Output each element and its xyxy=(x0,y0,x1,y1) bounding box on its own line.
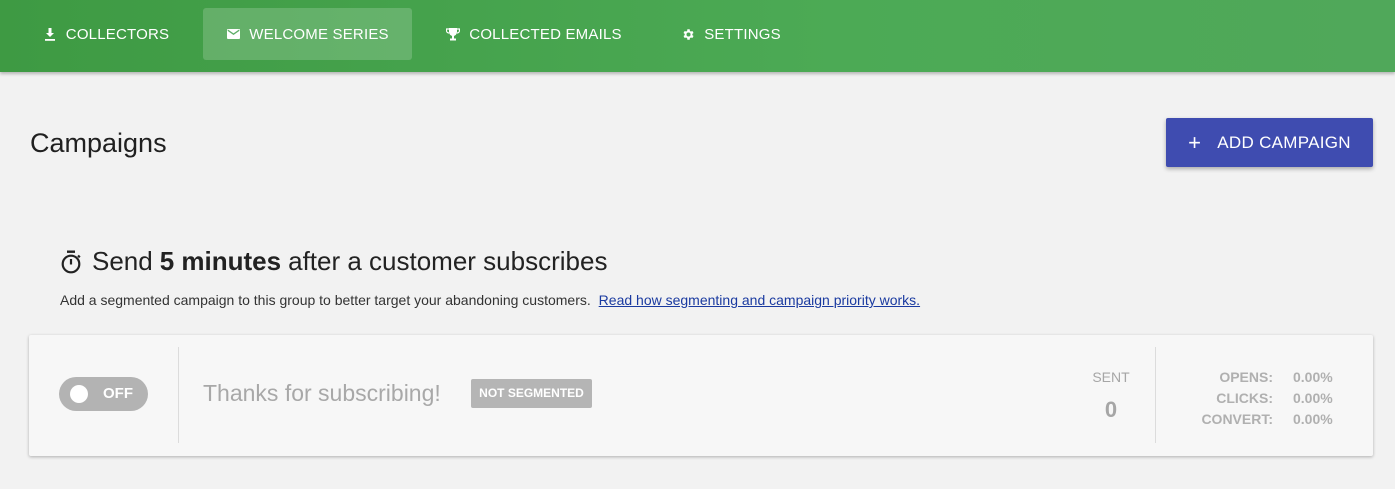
gear-icon xyxy=(681,27,695,41)
campaign-card: OFF Thanks for subscribing! NOT SEGMENTE… xyxy=(29,335,1373,456)
segmenting-help-link[interactable]: Read how segmenting and campaign priorit… xyxy=(599,292,920,308)
stat-opens: OPENS: 0.00% xyxy=(1169,366,1333,387)
toggle-label: OFF xyxy=(103,385,133,402)
sent-count: 0 xyxy=(1104,397,1118,422)
stopwatch-icon xyxy=(60,250,84,276)
divider xyxy=(178,347,179,443)
group-heading: Send 5 minutes after a customer subscrib… xyxy=(60,246,607,277)
stat-convert: CONVERT: 0.00% xyxy=(1169,408,1333,429)
stat-value: 0.00% xyxy=(1293,410,1333,427)
stat-value: 0.00% xyxy=(1293,368,1333,385)
group-note-text: Add a segmented campaign to this group t… xyxy=(60,292,591,308)
plus-icon: + xyxy=(1188,129,1202,155)
campaign-status-toggle[interactable]: OFF xyxy=(59,377,148,411)
tab-label: SETTINGS xyxy=(704,25,781,43)
tab-label: COLLECTED EMAILS xyxy=(469,25,622,43)
tab-collected-emails[interactable]: COLLECTED EMAILS xyxy=(430,8,638,60)
campaign-stats: OPENS: 0.00% CLICKS: 0.00% CONVERT: 0.00… xyxy=(1169,366,1333,429)
group-heading-suffix: after a customer subscribes xyxy=(288,246,608,276)
top-nav-bar: COLLECTORS WELCOME SERIES COLLECTED EMAI… xyxy=(0,0,1395,72)
group-note: Add a segmented campaign to this group t… xyxy=(60,292,920,308)
tab-label: WELCOME SERIES xyxy=(249,25,389,43)
add-campaign-button[interactable]: + ADD CAMPAIGN xyxy=(1166,118,1373,167)
tab-welcome-series[interactable]: WELCOME SERIES xyxy=(203,8,412,60)
download-icon xyxy=(43,27,57,41)
stat-label: OPENS: xyxy=(1219,368,1273,385)
campaign-name[interactable]: Thanks for subscribing! xyxy=(203,380,441,407)
add-campaign-label: ADD CAMPAIGN xyxy=(1217,132,1351,152)
trophy-icon xyxy=(446,27,461,41)
stat-label: CLICKS: xyxy=(1216,389,1273,406)
stat-label: CONVERT: xyxy=(1201,410,1273,427)
envelope-icon xyxy=(226,27,240,41)
tab-settings[interactable]: SETTINGS xyxy=(662,8,800,60)
toggle-knob xyxy=(70,385,88,403)
tab-label: COLLECTORS xyxy=(65,25,170,43)
group-heading-prefix: Send xyxy=(92,246,153,276)
page-title: Campaigns xyxy=(30,128,167,158)
group-heading-delay: 5 minutes xyxy=(159,246,282,276)
tab-collectors[interactable]: COLLECTORS xyxy=(28,8,184,60)
stat-clicks: CLICKS: 0.00% xyxy=(1169,387,1333,408)
stat-value: 0.00% xyxy=(1293,389,1333,406)
segment-badge: NOT SEGMENTED xyxy=(471,379,592,408)
sent-label: SENT xyxy=(1092,369,1130,385)
divider xyxy=(1155,347,1156,443)
